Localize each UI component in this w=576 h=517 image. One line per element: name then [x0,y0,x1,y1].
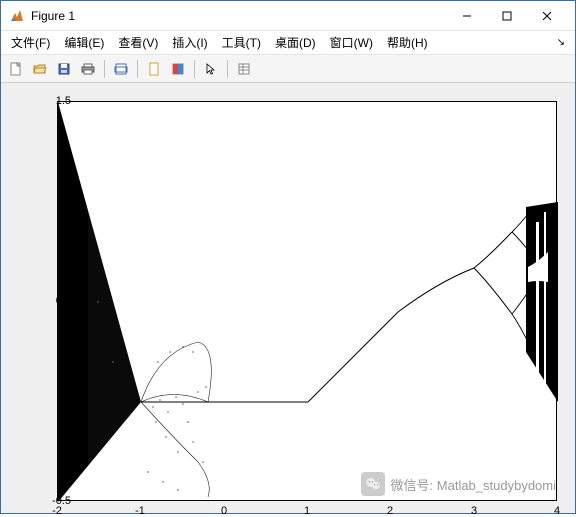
menu-tools[interactable]: 工具(T) [216,32,267,53]
minimize-button[interactable] [447,2,487,30]
property-inspector-icon[interactable] [233,58,255,80]
xtick-label: -1 [135,505,145,517]
new-figure-icon[interactable] [5,58,27,80]
menu-file[interactable]: 文件(F) [5,32,56,53]
print-preview-icon[interactable] [110,58,132,80]
xtick-label: 4 [554,505,560,517]
titlebar: Figure 1 [1,1,575,31]
menu-insert[interactable]: 插入(I) [166,32,213,53]
toolbar-separator [227,60,228,78]
xtick-label: 1 [304,505,310,517]
plot-area: 1.5 1 0.5 0 -0.5 -2 -1 0 1 2 3 4 [1,83,575,513]
ytick-label: 1.5 [31,95,71,107]
menu-desktop[interactable]: 桌面(D) [269,32,322,53]
colorbar-icon[interactable] [167,58,189,80]
print-icon[interactable] [77,58,99,80]
ytick-label: -0.5 [31,495,71,507]
dock-button[interactable]: ↘ [551,35,571,50]
ytick-label: 1 [31,195,71,207]
axes[interactable] [57,101,557,501]
xtick-label: 0 [221,505,227,517]
menu-window[interactable]: 窗口(W) [324,32,379,53]
xtick-label: -2 [52,505,62,517]
bifurcation-plot [58,102,558,502]
link-plot-icon[interactable] [143,58,165,80]
menu-edit[interactable]: 编辑(E) [58,32,110,53]
open-icon[interactable] [29,58,51,80]
pointer-icon[interactable] [200,58,222,80]
matlab-icon [9,8,25,24]
figure-window: Figure 1 文件(F) 编辑(E) 查看(V) 插入(I) 工具(T) 桌… [0,0,576,514]
toolbar-separator [194,60,195,78]
menu-view[interactable]: 查看(V) [112,32,164,53]
xtick-label: 3 [471,505,477,517]
close-button[interactable] [527,2,567,30]
window-title: Figure 1 [31,9,447,23]
xtick-label: 2 [387,505,393,517]
maximize-button[interactable] [487,2,527,30]
menu-help[interactable]: 帮助(H) [381,32,434,53]
toolbar-separator [137,60,138,78]
ytick-label: 0.5 [31,295,71,307]
toolbar [1,55,575,83]
toolbar-separator [104,60,105,78]
save-icon[interactable] [53,58,75,80]
ytick-label: 0 [31,395,71,407]
menubar: 文件(F) 编辑(E) 查看(V) 插入(I) 工具(T) 桌面(D) 窗口(W… [1,31,575,55]
